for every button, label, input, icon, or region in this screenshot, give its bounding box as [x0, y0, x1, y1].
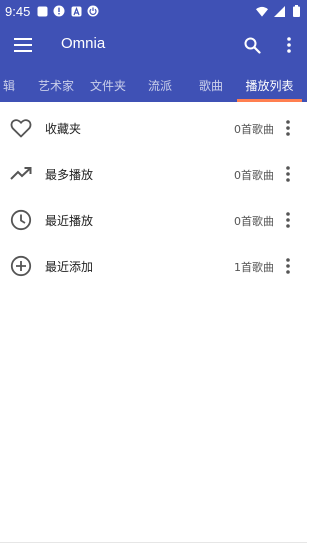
playlist-song-count: 0首歌曲 — [234, 123, 274, 136]
playlist-song-count: 0首歌曲 — [234, 215, 274, 228]
playlist-row-most-played[interactable]: 最多播放 0首歌曲 — [0, 151, 307, 197]
status-bar: 9:45 — [0, 0, 307, 22]
overflow-menu-button[interactable] — [279, 34, 299, 56]
playlist-name: 最近播放 — [45, 214, 94, 228]
signal-icon — [273, 5, 285, 17]
playlist-row-favorites[interactable]: 收藏夹 0首歌曲 — [0, 105, 307, 151]
clock-icon — [10, 209, 32, 231]
more-vert-icon — [287, 37, 291, 53]
bottom-divider — [0, 542, 307, 543]
playlist-row-recently-played[interactable]: 最近播放 0首歌曲 — [0, 197, 307, 243]
tab-playlists[interactable]: 播放列表 — [237, 68, 302, 102]
row-more-button[interactable] — [280, 117, 296, 139]
app-title: Omnia — [61, 35, 106, 52]
tab-songs[interactable]: 歌曲 — [191, 68, 231, 102]
more-vert-icon — [286, 258, 290, 274]
playlist-song-count: 1首歌曲 — [234, 261, 274, 274]
playlist-song-count: 0首歌曲 — [234, 169, 274, 182]
square-notification-icon — [36, 5, 48, 17]
add-circle-icon — [10, 255, 32, 277]
status-right — [251, 5, 302, 17]
tab-genre[interactable]: 流派 — [140, 68, 180, 102]
more-vert-icon — [286, 166, 290, 182]
search-button[interactable] — [241, 34, 263, 56]
row-more-button[interactable] — [280, 163, 296, 185]
alert-icon — [53, 5, 65, 17]
row-more-button[interactable] — [280, 209, 296, 231]
tab-folder[interactable]: 文件夹 — [85, 68, 131, 102]
more-vert-icon — [286, 120, 290, 136]
playlist-row-recently-added[interactable]: 最近添加 1首歌曲 — [0, 243, 307, 289]
wifi-icon — [256, 5, 268, 17]
tab-album[interactable]: 辑 — [0, 68, 34, 102]
battery-icon — [290, 5, 302, 17]
app-bar: Omnia — [0, 22, 307, 68]
status-time: 9:45 — [5, 3, 31, 19]
menu-button[interactable] — [12, 34, 34, 56]
tab-bar: 辑 艺术家 文件夹 流派 歌曲 播放列表 — [0, 68, 307, 102]
power-notification-icon — [87, 5, 99, 17]
playlist-name: 收藏夹 — [45, 122, 82, 136]
a-notification-icon — [70, 5, 82, 17]
playlist-name: 最近添加 — [45, 260, 94, 274]
tab-artist[interactable]: 艺术家 — [33, 68, 79, 102]
row-more-button[interactable] — [280, 255, 296, 277]
playlist-name: 最多播放 — [45, 168, 94, 182]
hamburger-menu-icon — [14, 38, 32, 52]
trending-up-icon — [10, 163, 32, 185]
search-icon — [244, 37, 261, 54]
more-vert-icon — [286, 212, 290, 228]
heart-outline-icon — [10, 117, 32, 139]
active-tab-indicator — [237, 99, 302, 102]
